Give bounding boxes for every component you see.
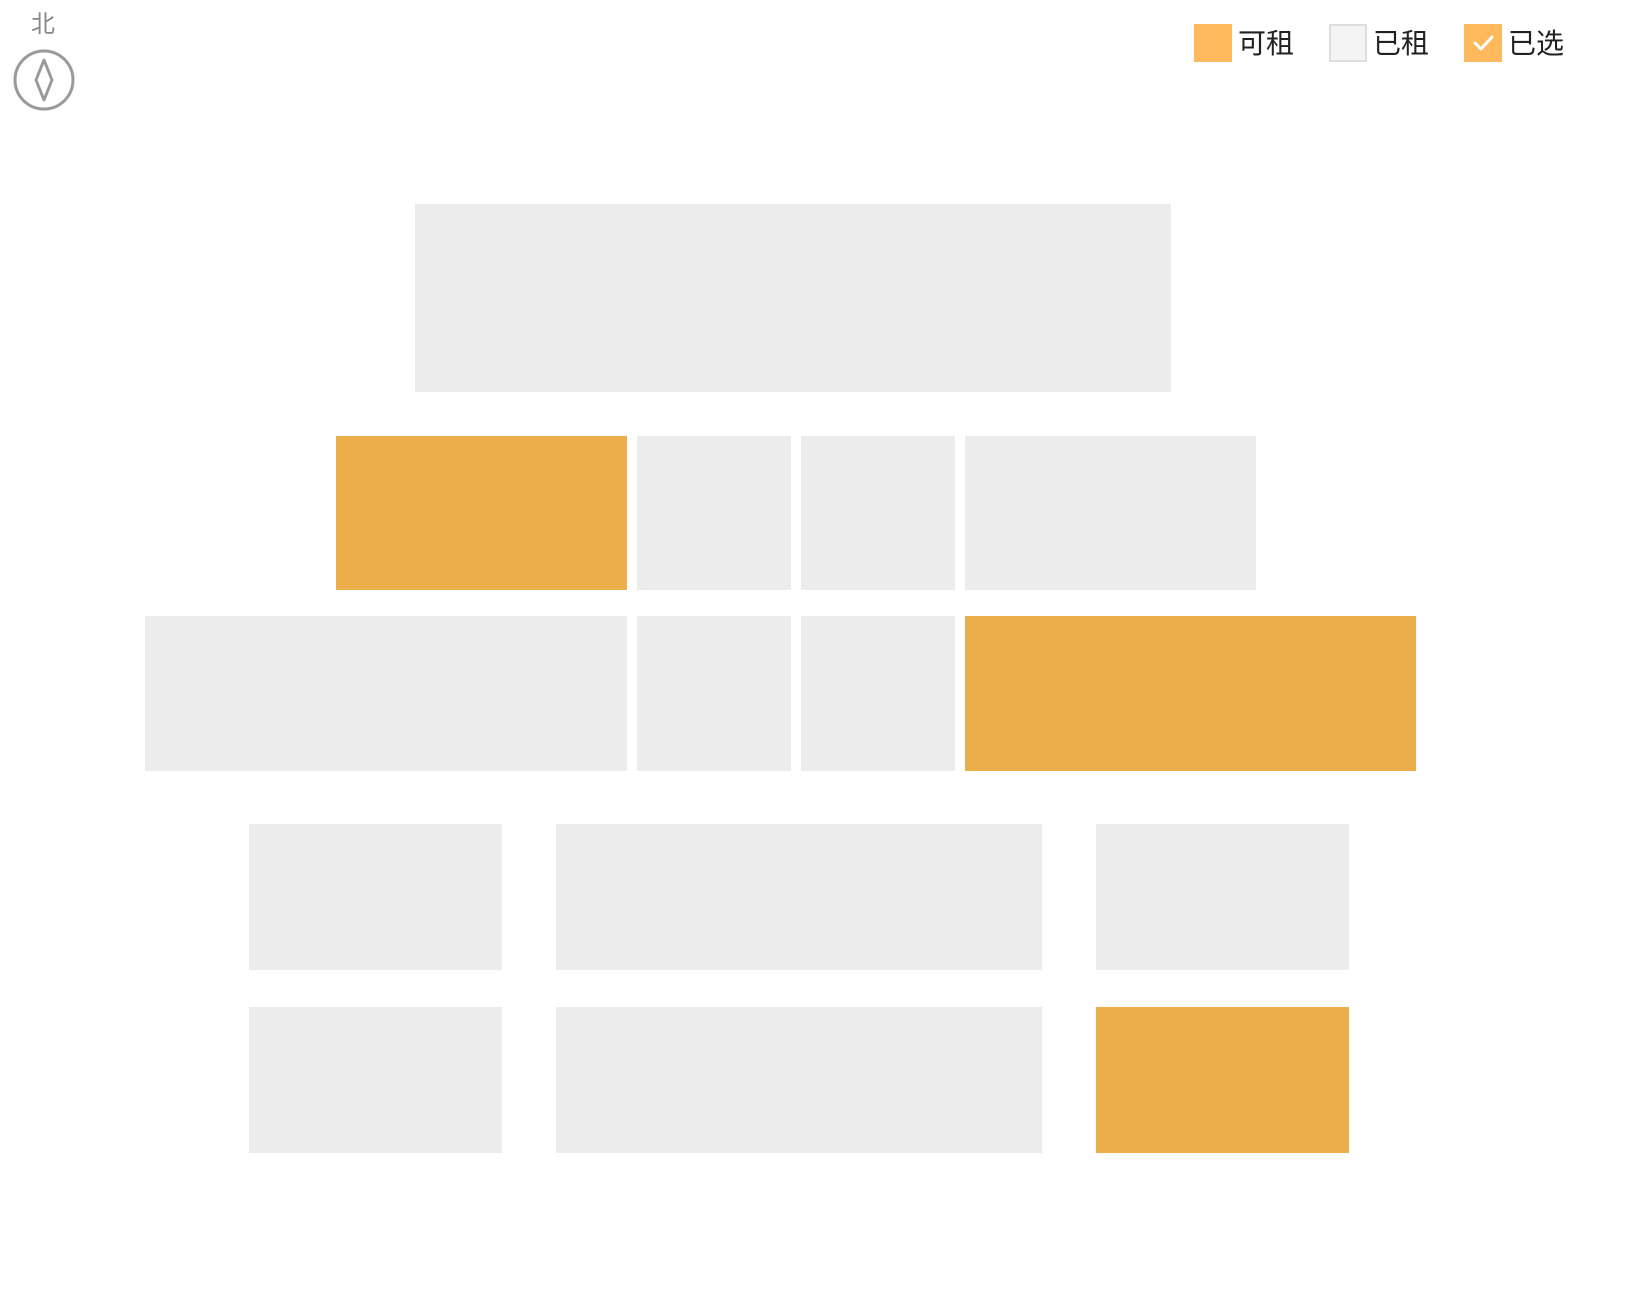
unit-rented bbox=[249, 824, 502, 970]
unit-rented bbox=[637, 616, 791, 771]
unit-available[interactable] bbox=[1096, 1007, 1349, 1153]
unit-rented bbox=[145, 616, 627, 771]
unit-rented bbox=[556, 824, 1042, 970]
unit-rented bbox=[249, 1007, 502, 1153]
floor-plan bbox=[0, 0, 1626, 1308]
unit-rented bbox=[637, 436, 791, 590]
unit-rented bbox=[556, 1007, 1042, 1153]
unit-available[interactable] bbox=[336, 436, 627, 590]
unit-rented bbox=[415, 204, 1171, 392]
unit-rented bbox=[801, 616, 955, 771]
unit-available[interactable] bbox=[965, 616, 1416, 771]
unit-rented bbox=[801, 436, 955, 590]
unit-rented bbox=[965, 436, 1256, 590]
unit-rented bbox=[1096, 824, 1349, 970]
